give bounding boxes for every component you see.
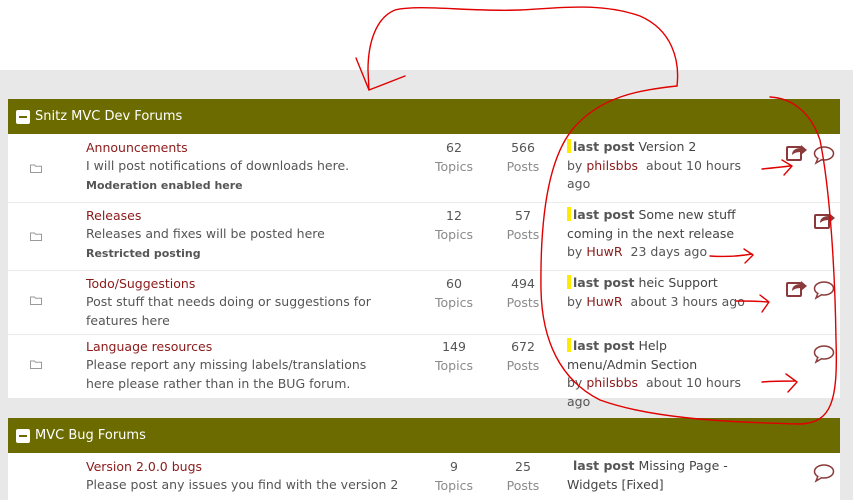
posts-label: Posts <box>506 358 540 373</box>
last-post-by: by <box>567 244 583 259</box>
forum-row: Todo/Suggestions Post stuff that needs d… <box>8 270 840 334</box>
last-post-label: last post <box>573 275 635 290</box>
last-post-block: last post heic Support by HuwR about 3 h… <box>567 274 747 311</box>
last-post-by: by <box>567 293 583 309</box>
last-post-time: 23 days ago <box>630 244 708 259</box>
last-post-user-link[interactable]: philsbbs <box>586 158 638 173</box>
category-forum-list: Version 2.0.0 bugs Please post any issue… <box>8 453 840 500</box>
forum-name-link[interactable]: Version 2.0.0 bugs <box>86 459 202 474</box>
last-post-label: last post <box>573 338 635 353</box>
last-post-block: last post Some new stuff coming in the n… <box>567 206 737 262</box>
category-title: Snitz MVC Dev Forums <box>35 109 183 124</box>
unread-marker <box>567 207 571 221</box>
topics-label: Topics <box>435 227 473 242</box>
last-post-block: last post Help menu/Admin Section by phi… <box>567 337 742 411</box>
unread-marker <box>567 338 571 352</box>
last-post-label: last post <box>573 139 635 154</box>
posts-label: Posts <box>506 159 540 174</box>
topics-label: Topics <box>435 295 473 310</box>
topics-label: Topics <box>435 358 473 373</box>
last-post-title-link[interactable]: heic Support <box>638 275 717 290</box>
last-post-by: by <box>567 157 583 173</box>
last-post-label: last post <box>573 207 635 222</box>
posts-count: 494 <box>511 276 535 291</box>
posts-label: Posts <box>506 478 540 493</box>
last-post-user-link[interactable]: philsbbs <box>586 375 638 390</box>
forum-description: I will post notifications of downloads h… <box>86 158 350 173</box>
forum-row: Releases Releases and fixes will be post… <box>8 202 840 270</box>
topics-count: 62 <box>446 140 462 155</box>
collapse-toggle-button[interactable] <box>16 428 30 443</box>
topics-count: 12 <box>446 208 462 223</box>
share-arrow-icon[interactable] <box>786 278 808 298</box>
collapse-toggle-button[interactable] <box>16 109 30 124</box>
last-post-time: about 3 hours ago <box>630 293 745 309</box>
last-post-block: last post Missing Page - Widgets [Fixed] <box>567 457 732 494</box>
posts-count: 57 <box>515 208 531 223</box>
topics-count: 60 <box>446 276 462 291</box>
category-title: MVC Bug Forums <box>35 428 146 443</box>
unread-marker <box>567 458 571 472</box>
speech-bubble-icon[interactable] <box>813 344 835 364</box>
folder-icon <box>30 360 42 369</box>
folder-icon <box>30 164 42 173</box>
topics-count: 149 <box>442 339 466 354</box>
category-header: MVC Bug Forums <box>8 418 840 453</box>
forum-note: Restricted posting <box>86 247 201 260</box>
category-header: Snitz MVC Dev Forums <box>8 99 840 134</box>
forum-name-link[interactable]: Language resources <box>86 339 212 354</box>
topics-label: Topics <box>435 159 473 174</box>
forum-description: Releases and fixes will be posted here <box>86 226 325 241</box>
category-forum-list: Announcements I will post notifications … <box>8 134 840 409</box>
unread-marker <box>567 275 571 289</box>
forum-row: Version 2.0.0 bugs Please post any issue… <box>8 453 840 500</box>
posts-label: Posts <box>506 295 540 310</box>
posts-count: 672 <box>511 339 535 354</box>
forum-description: Post stuff that needs doing or suggestio… <box>86 294 371 328</box>
forum-name-link[interactable]: Todo/Suggestions <box>86 276 195 291</box>
last-post-user-link[interactable]: HuwR <box>586 244 622 259</box>
folder-icon <box>30 232 42 241</box>
last-post-user-link[interactable]: HuwR <box>586 294 622 309</box>
last-post-by: by <box>567 375 583 390</box>
last-post-title-link[interactable]: Version 2 <box>638 139 696 154</box>
posts-count: 566 <box>511 140 535 155</box>
forum-row: Announcements I will post notifications … <box>8 134 840 202</box>
posts-count: 25 <box>515 459 531 474</box>
share-arrow-icon[interactable] <box>814 210 836 230</box>
posts-label: Posts <box>506 227 540 242</box>
forum-name-link[interactable]: Announcements <box>86 140 188 155</box>
last-post-label: last post <box>573 458 635 473</box>
speech-bubble-icon[interactable] <box>813 463 835 483</box>
forum-row: Language resources Please report any mis… <box>8 334 840 409</box>
unread-marker <box>567 139 571 153</box>
last-post-block: last post Version 2 by philsbbs about 10… <box>567 138 747 194</box>
forum-description: Please report any missing labels/transla… <box>86 357 367 391</box>
speech-bubble-icon[interactable] <box>813 145 835 165</box>
folder-icon <box>30 296 42 305</box>
speech-bubble-icon[interactable] <box>813 280 835 300</box>
forum-note: Moderation enabled here <box>86 179 243 192</box>
topics-count: 9 <box>450 459 458 474</box>
topics-label: Topics <box>435 478 473 493</box>
share-arrow-icon[interactable] <box>786 142 808 162</box>
forum-description: Please post any issues you find with the… <box>86 477 399 492</box>
forum-name-link[interactable]: Releases <box>86 208 141 223</box>
